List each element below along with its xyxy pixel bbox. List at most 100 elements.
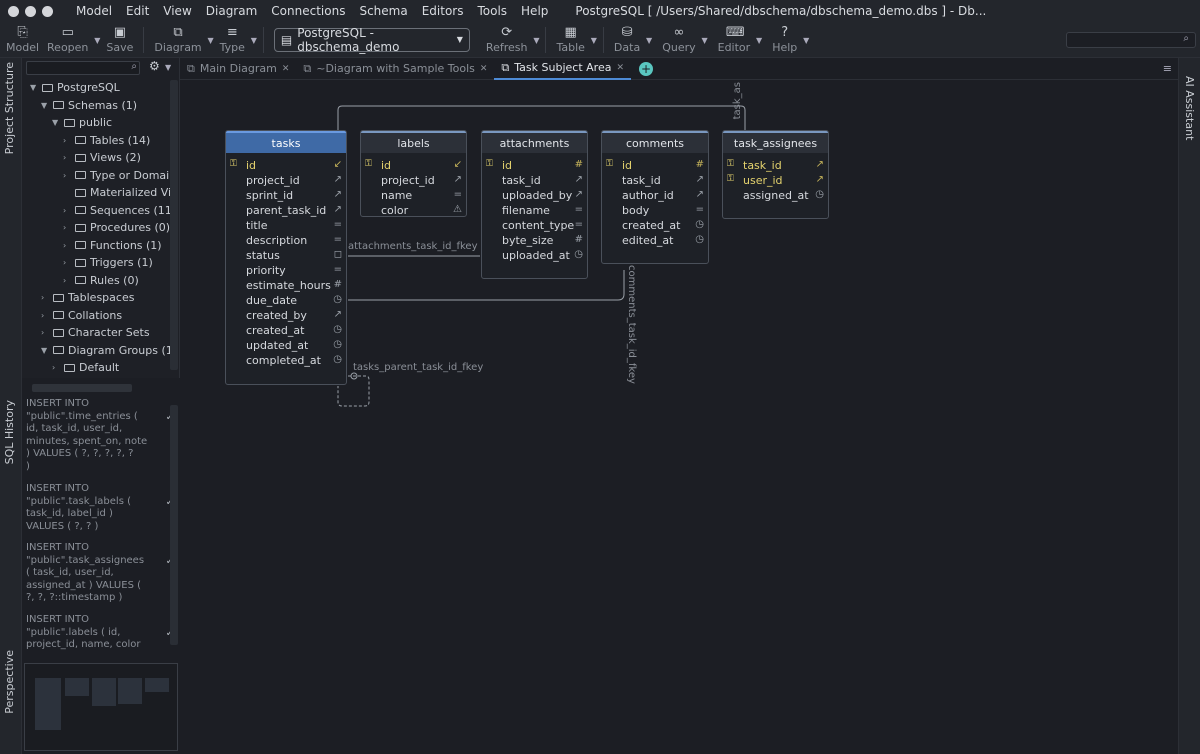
help-button[interactable]: ? Help ▼ xyxy=(768,22,809,58)
tree-node[interactable]: › Tablespaces xyxy=(41,289,134,306)
tree-node[interactable]: › Views (2) xyxy=(63,149,141,166)
project-structure-tab[interactable]: Project Structure xyxy=(3,62,16,154)
column-row[interactable]: due_date ◷ xyxy=(226,293,346,308)
column-row[interactable]: ⚿ id # xyxy=(602,158,708,173)
chevron-down-icon[interactable]: ▼ xyxy=(94,36,100,45)
reopen-button[interactable]: ▭ Reopen ▼ xyxy=(43,22,100,58)
column-row[interactable]: priority = xyxy=(226,263,346,278)
close-icon[interactable]: ✕ xyxy=(616,63,624,73)
tree-search-input[interactable]: ⌕ xyxy=(26,61,140,75)
history-scrollbar[interactable] xyxy=(170,405,178,645)
column-row[interactable]: byte_size # xyxy=(482,233,587,248)
history-item[interactable]: INSERT INTO "public".time_entries (id, ta… xyxy=(26,398,174,473)
maximize-window-button[interactable] xyxy=(42,5,53,17)
sql-history-tab[interactable]: SQL History xyxy=(3,400,16,464)
column-row[interactable]: project_id ↗ xyxy=(361,173,466,188)
tab-task-subject-area[interactable]: ⧉ Task Subject Area ✕ xyxy=(494,58,631,80)
column-row[interactable]: description = xyxy=(226,233,346,248)
tree-node[interactable]: Materialized Vie xyxy=(63,184,178,201)
add-tab-button[interactable]: + xyxy=(639,61,653,76)
connection-select[interactable]: ▤ PostgreSQL - dbschema_demo ▼ xyxy=(273,26,470,54)
menu-tools[interactable]: Tools xyxy=(470,4,514,18)
menu-schema[interactable]: Schema xyxy=(352,4,414,18)
tree-node[interactable]: › Rules (0) xyxy=(63,272,139,289)
column-row[interactable]: edited_at ◷ xyxy=(602,233,708,248)
close-window-button[interactable] xyxy=(8,5,19,17)
editor-button[interactable]: ⌨ Editor ▼ xyxy=(714,22,763,58)
table-button[interactable]: ▦ Table ▼ xyxy=(552,22,596,58)
tree-node[interactable]: › Functions (1) xyxy=(63,237,162,254)
close-icon[interactable]: ✕ xyxy=(282,64,290,74)
diagram-minimap[interactable] xyxy=(24,663,178,751)
column-row[interactable]: body = xyxy=(602,203,708,218)
column-row[interactable]: title = xyxy=(226,218,346,233)
tab-diagram-sample-tools[interactable]: ⧉ ~Diagram with Sample Tools ✕ xyxy=(296,58,494,80)
tab-main-diagram[interactable]: ⧉ Main Diagram ✕ xyxy=(180,58,296,80)
column-row[interactable]: ⚿ id ↙ xyxy=(361,158,466,173)
query-button[interactable]: ∞ Query ▼ xyxy=(658,22,707,58)
chevron-down-icon[interactable]: ▼ xyxy=(251,36,257,45)
tree-node[interactable]: › Default xyxy=(52,359,119,376)
menu-diagram[interactable]: Diagram xyxy=(199,4,265,18)
column-row[interactable]: ⚿ user_id ↗ xyxy=(723,173,828,188)
tree-node[interactable]: › Triggers (1) xyxy=(63,254,153,271)
refresh-button[interactable]: ⟳ Refresh ▼ xyxy=(482,22,540,58)
column-row[interactable]: uploaded_at ◷ xyxy=(482,248,587,263)
column-row[interactable]: project_id ↗ xyxy=(226,173,346,188)
tree-node[interactable]: ▼ Diagram Groups (1) xyxy=(41,342,177,359)
tree-node[interactable]: › Sequences (11) xyxy=(63,202,176,219)
column-row[interactable]: created_at ◷ xyxy=(226,323,346,338)
menu-view[interactable]: View xyxy=(156,4,198,18)
menu-help[interactable]: Help xyxy=(514,4,555,18)
tree-node[interactable]: ▼ public xyxy=(52,114,112,131)
chevron-down-icon[interactable]: ▼ xyxy=(756,36,762,45)
chevron-down-icon[interactable]: ▼ xyxy=(165,63,171,72)
fk-line-assignees[interactable] xyxy=(337,105,746,130)
column-row[interactable]: created_at ◷ xyxy=(602,218,708,233)
tree-node[interactable]: ▼ Schemas (1) xyxy=(41,97,137,114)
chevron-down-icon[interactable]: ▼ xyxy=(591,36,597,45)
global-search-input[interactable]: ⌕ xyxy=(1066,32,1196,48)
chevron-down-icon[interactable]: ▼ xyxy=(803,36,809,45)
column-row[interactable]: updated_at ◷ xyxy=(226,338,346,353)
entity-attachments[interactable]: attachments ⚿ id # task_id ↗ uploaded_by ↗ file… xyxy=(481,130,588,279)
ai-assistant-tab[interactable]: AI Assistant xyxy=(1183,76,1196,140)
column-row[interactable]: task_id ↗ xyxy=(482,173,587,188)
column-row[interactable]: estimate_hours # xyxy=(226,278,346,293)
tree-node[interactable]: › Procedures (0) xyxy=(63,219,170,236)
menu-model[interactable]: Model xyxy=(69,4,119,18)
entity-tasks[interactable]: tasks ⚿ id ↙ project_id ↗ sprint_id ↗ parent_ta… xyxy=(225,130,347,385)
menu-connections[interactable]: Connections xyxy=(264,4,352,18)
entity-task-assignees[interactable]: task_assignees ⚿ task_id ↗ ⚿ user_id ↗ assigne… xyxy=(722,130,829,219)
settings-icon[interactable]: ⚙ xyxy=(149,59,160,73)
data-button[interactable]: ⛁ Data ▼ xyxy=(610,22,652,58)
column-row[interactable]: sprint_id ↗ xyxy=(226,188,346,203)
column-row[interactable]: task_id ↗ xyxy=(602,173,708,188)
column-row[interactable]: completed_at ◷ xyxy=(226,353,346,368)
chevron-down-icon[interactable]: ▼ xyxy=(701,36,707,45)
menu-edit[interactable]: Edit xyxy=(119,4,156,18)
column-row[interactable]: name = xyxy=(361,188,466,203)
column-row[interactable]: status ◻ xyxy=(226,248,346,263)
history-item[interactable]: INSERT INTO "public".task_labels (task_id… xyxy=(26,483,174,533)
column-row[interactable]: assigned_at ◷ xyxy=(723,188,828,203)
tree-node[interactable]: › Tables (14) xyxy=(63,132,150,149)
column-row[interactable]: author_id ↗ xyxy=(602,188,708,203)
diagram-canvas[interactable]: attachments_task_id_fkey tasks_parent_ta… xyxy=(180,80,1178,754)
column-row[interactable]: ⚿ id # xyxy=(482,158,587,173)
column-row[interactable]: parent_task_id ↗ xyxy=(226,203,346,218)
column-row[interactable]: content_type = xyxy=(482,218,587,233)
entity-comments[interactable]: comments ⚿ id # task_id ↗ author_id ↗ body = crea… xyxy=(601,130,709,264)
tree-node[interactable]: ▼ PostgreSQL xyxy=(30,79,120,96)
column-row[interactable]: created_by ↗ xyxy=(226,308,346,323)
column-row[interactable]: ⚿ id ↙ xyxy=(226,158,346,173)
tree-node[interactable]: › Collations xyxy=(41,307,122,324)
tree-horizontal-scrollbar[interactable] xyxy=(32,384,132,392)
diagram-button[interactable]: ⧉ Diagram ▼ xyxy=(150,22,213,58)
chevron-down-icon[interactable]: ▼ xyxy=(208,36,214,45)
column-row[interactable]: color ⚠ xyxy=(361,203,466,216)
minimize-window-button[interactable] xyxy=(25,5,36,17)
tree-scrollbar[interactable] xyxy=(170,80,178,370)
entity-labels[interactable]: labels ⚿ id ↙ project_id ↗ name = color ⚠ xyxy=(360,130,467,217)
chevron-down-icon[interactable]: ▼ xyxy=(646,36,652,45)
